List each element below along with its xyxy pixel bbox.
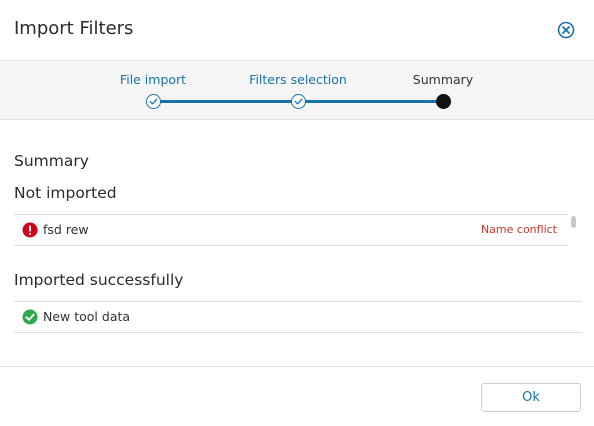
list-item[interactable]: fsd rew Name conflict xyxy=(14,215,568,245)
dialog-header: Import Filters xyxy=(0,0,594,60)
scrollbar-thumb[interactable] xyxy=(571,216,576,228)
dialog-title: Import Filters xyxy=(14,18,134,39)
not-imported-heading: Not imported xyxy=(14,184,117,202)
item-name: New tool data xyxy=(43,309,131,324)
check-icon xyxy=(294,98,303,105)
not-imported-list: fsd rew Name conflict xyxy=(14,214,568,246)
summary-heading: Summary xyxy=(14,152,89,170)
dialog-footer: Ok xyxy=(0,366,594,426)
progress-stepper: File import Filters selection Summary xyxy=(0,60,594,120)
name-conflict-status: Name conflict xyxy=(480,223,557,236)
success-check-icon xyxy=(22,309,38,325)
step-file-import-label: File import xyxy=(119,72,187,87)
list-item[interactable]: New tool data xyxy=(14,302,582,332)
item-name: fsd rew xyxy=(43,222,89,237)
close-button[interactable] xyxy=(557,21,575,39)
step-file-import-dot xyxy=(146,94,161,109)
import-filters-dialog: Import Filters File import Filters selec… xyxy=(0,0,594,426)
step-filters-selection-dot xyxy=(291,94,306,109)
close-icon xyxy=(557,21,575,39)
check-icon xyxy=(149,98,158,105)
ok-button[interactable]: Ok xyxy=(481,383,581,412)
step-summary-dot xyxy=(436,94,451,109)
error-icon xyxy=(22,222,38,238)
imported-list: New tool data xyxy=(14,301,582,333)
imported-successfully-heading: Imported successfully xyxy=(14,271,184,289)
step-summary-label: Summary xyxy=(412,72,474,87)
step-filters-selection-label: Filters selection xyxy=(249,72,347,87)
